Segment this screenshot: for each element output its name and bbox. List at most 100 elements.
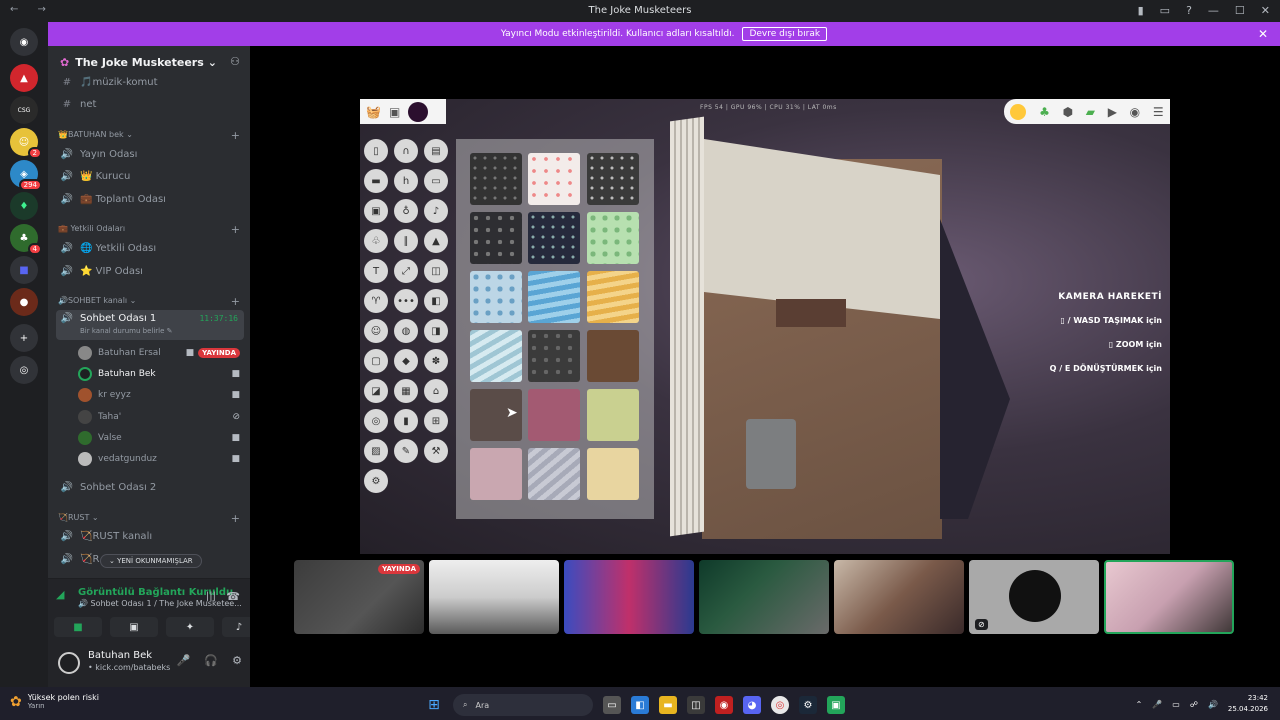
voice-channel-sohbet1[interactable]: 🔊 Sohbet Odası 1 11:37:16 Bir kanal duru… — [56, 310, 244, 340]
category-batuhan[interactable]: 👑BATUHAN bek ⌄ + — [58, 129, 240, 142]
screen-share-button[interactable]: ▣ — [110, 617, 158, 637]
plant-icon[interactable]: ♣ — [1039, 105, 1050, 119]
add-server-icon[interactable]: + — [10, 324, 38, 352]
server-icon[interactable]: ◈ 294 — [10, 160, 42, 191]
microphone-icon[interactable]: 🎤 — [1152, 700, 1162, 709]
category-yetkili[interactable]: 💼 Yetkili Odaları + — [58, 223, 240, 236]
game-app-icon[interactable]: ◉ — [715, 696, 733, 714]
disconnect-icon[interactable]: ☎ — [226, 590, 240, 603]
texture-swatch[interactable] — [587, 271, 639, 323]
camera-button[interactable]: ■ — [54, 617, 102, 637]
texture-swatch[interactable] — [528, 212, 580, 264]
close-icon[interactable]: ✕ — [1261, 4, 1270, 17]
rug-icon[interactable]: ▢ — [364, 349, 388, 373]
voice-user[interactable]: kr eyyz ■ — [78, 386, 240, 404]
maximize-icon[interactable]: ☐ — [1235, 4, 1245, 17]
invite-icon[interactable]: ⚇ — [230, 55, 240, 68]
inbox-icon[interactable]: ▭ — [1160, 4, 1170, 17]
plus-icon[interactable]: + — [231, 223, 240, 236]
microphone-icon[interactable]: 🎤 — [177, 654, 191, 667]
sink-icon[interactable]: ◪ — [364, 379, 388, 403]
signal-icon[interactable]: ◢ — [56, 588, 64, 601]
texture-swatch[interactable] — [587, 330, 639, 382]
server-icon[interactable]: ☺ 2 — [10, 128, 42, 159]
bookmark-icon[interactable]: ▮ — [1138, 4, 1144, 17]
discord-home-icon[interactable]: ◉ — [10, 28, 38, 56]
panel-icon[interactable]: ◧ — [424, 289, 448, 313]
voice-user[interactable]: Batuhan Ersal ■ YAYINDA — [78, 344, 240, 362]
channel-net[interactable]: # net — [56, 94, 244, 114]
voice-channel-vip[interactable]: 🔊 ⭐ VIP Odası — [56, 261, 244, 281]
weather-widget[interactable]: ✿ Yüksek polen riski Yarın — [10, 693, 99, 710]
voice-channel-rust[interactable]: 🔊 🏹RUST kanalı — [56, 526, 244, 546]
tv-icon[interactable]: ▣ — [364, 199, 388, 223]
chair-icon[interactable]: h — [394, 169, 418, 193]
server-icon[interactable]: CSG — [10, 96, 38, 124]
category-rust[interactable]: 🏹RUST ⌄ + — [58, 512, 240, 525]
bottles-icon[interactable]: ◨ — [424, 319, 448, 343]
help-icon[interactable]: ? — [1186, 4, 1192, 17]
books-icon[interactable]: ∥ — [394, 229, 418, 253]
disable-button[interactable]: Devre dışı bırak — [742, 27, 828, 41]
clock[interactable]: 23:42 25.04.2026 — [1228, 693, 1268, 715]
participant-tile[interactable]: YAYINDA — [294, 560, 424, 634]
network-icon[interactable]: ☍ — [1190, 700, 1198, 709]
discord-icon[interactable]: ◕ — [743, 696, 761, 714]
shelf-icon[interactable]: ▤ — [424, 139, 448, 163]
server-icon[interactable]: ♦ — [10, 192, 38, 220]
brush-icon[interactable]: ✎ — [394, 439, 418, 463]
dots-icon[interactable]: ••• — [394, 289, 418, 313]
texture-swatch[interactable] — [470, 212, 522, 264]
category-sohbet[interactable]: 🔊SOHBET kanalı ⌄ + — [58, 295, 240, 308]
shapes-icon[interactable]: ⬢ — [1063, 105, 1073, 119]
guitar-icon[interactable]: ♪ — [424, 199, 448, 223]
door-panel-icon[interactable]: ▮ — [394, 409, 418, 433]
steam-icon[interactable]: ⚙ — [364, 469, 388, 493]
texture-swatch[interactable] — [528, 448, 580, 500]
participant-tile[interactable]: ⊘ — [969, 560, 1099, 634]
steam-icon[interactable]: ⚙ — [799, 696, 817, 714]
task-view-icon[interactable]: ▭ — [603, 696, 621, 714]
tree-icon[interactable]: ▲ — [424, 229, 448, 253]
garage-icon[interactable]: ⌂ — [424, 379, 448, 403]
store-icon[interactable]: ◫ — [687, 696, 705, 714]
menu-icon[interactable]: ☰ — [1153, 105, 1164, 119]
steering-icon[interactable]: ◎ — [364, 409, 388, 433]
sofa-icon[interactable]: ▬ — [364, 169, 388, 193]
volume-icon[interactable]: 🔊 — [1208, 700, 1218, 709]
participant-tile[interactable] — [429, 560, 559, 634]
plus-icon[interactable]: + — [231, 512, 240, 525]
avatar[interactable] — [58, 652, 80, 674]
game-stream[interactable]: 🧺 ▣ FPS 54 | GPU 96% | CPU 31% | LAT 0ms… — [360, 99, 1170, 554]
participant-tile[interactable] — [699, 560, 829, 634]
noise-suppression-icon[interactable]: ||| — [206, 591, 216, 602]
texture-swatch[interactable] — [528, 330, 580, 382]
texture-swatch[interactable] — [528, 153, 580, 205]
channel-status[interactable]: Bir kanal durumu belirle ✎ — [80, 327, 173, 335]
picture-icon[interactable]: ▨ — [364, 439, 388, 463]
activity-button[interactable]: ✦ — [166, 617, 214, 637]
floor-lamp-icon[interactable]: ♈ — [364, 289, 388, 313]
texture-swatch[interactable] — [587, 153, 639, 205]
texture-swatch[interactable] — [587, 389, 639, 441]
texture-swatch[interactable] — [528, 271, 580, 323]
explore-icon[interactable]: ◎ — [10, 356, 38, 384]
oven-icon[interactable]: ◫ — [424, 259, 448, 283]
unread-pill[interactable]: ⌄ YENİ OKUNMAMIŞLAR — [100, 554, 202, 568]
minimize-icon[interactable]: — — [1208, 4, 1219, 17]
cat-icon[interactable]: ◆ — [394, 349, 418, 373]
sun-icon[interactable] — [1010, 103, 1027, 120]
landscape-icon[interactable]: ▰ — [1086, 105, 1095, 119]
hammer-icon[interactable]: ⚒ — [424, 439, 448, 463]
paw-icon[interactable]: ✽ — [424, 349, 448, 373]
voice-user[interactable]: Taha' ⊘ — [78, 408, 240, 426]
file-explorer-icon[interactable]: ▬ — [659, 696, 677, 714]
voice-user[interactable]: Batuhan Bek ■ — [78, 365, 240, 383]
voice-user[interactable]: Valse ■ — [78, 429, 240, 447]
texture-swatch[interactable] — [470, 330, 522, 382]
voice-user[interactable]: vedatgunduz ■ — [78, 450, 240, 468]
ball-icon[interactable]: ◍ — [394, 319, 418, 343]
building-icon[interactable]: ▦ — [394, 379, 418, 403]
headphones-icon[interactable]: 🎧 — [204, 654, 218, 667]
texture-swatch[interactable] — [470, 153, 522, 205]
